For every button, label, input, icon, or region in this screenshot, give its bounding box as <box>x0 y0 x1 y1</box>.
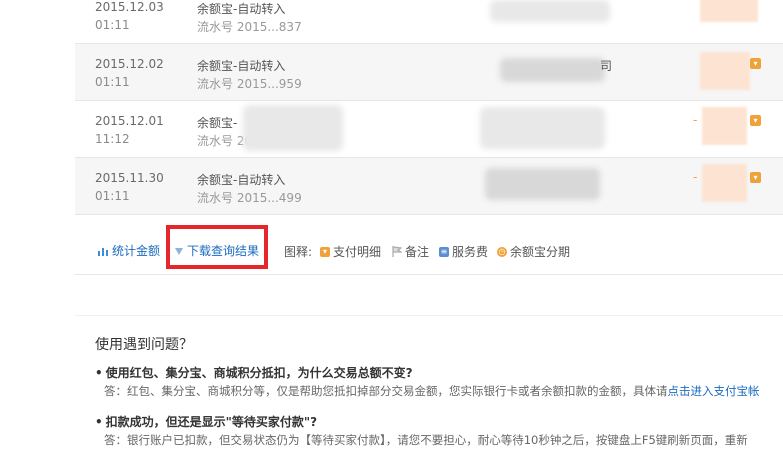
faq-question-text: 扣款成功，但还是显示"等待买家付款"? <box>105 415 318 429</box>
redacted-region <box>500 58 605 82</box>
legend-item-yuebao-installment: ◷ 余额宝分期 <box>497 243 570 260</box>
table-row: 2015.12.02 01:11 余额宝-自动转入 流水号 2015...959… <box>75 44 783 100</box>
bar-chart-icon <box>98 247 108 256</box>
toolbar-divider <box>75 274 783 275</box>
payment-detail-icon: ▾ <box>320 246 330 257</box>
redacted-region <box>243 105 343 151</box>
legend-item-payment-detail: ▾ 支付明细 <box>320 243 381 260</box>
amount-dash: - <box>693 170 698 184</box>
faq-title: 使用遇到问题？ <box>95 337 193 353</box>
legend-label: 支付明细 <box>333 245 382 259</box>
faq-answer-text: 答：银行账户已扣款，但交易状态仍为【等待买家付款】，请您不要担心，耐心等待10秒… <box>104 433 748 447</box>
legend-title: 图释: <box>284 245 313 259</box>
row-time: 11:12 <box>95 132 130 146</box>
faq-answer: 答：红包、集分宝、商城积分等，仅是帮助您抵扣掉部分交易金额，您实际银行卡或者余额… <box>104 383 760 399</box>
redacted-region <box>490 0 610 22</box>
legend-item-service-fee: ≡ 服务费 <box>439 243 488 260</box>
row-name: 余额宝-自动转入 <box>197 2 286 16</box>
row-serial: 流水号 2015...837 <box>197 20 302 34</box>
clock-icon: ◷ <box>497 246 507 257</box>
faq-answer-text: 答：红包、集分宝、商城积分等，仅是帮助您抵扣掉部分交易金额，您实际银行卡或者余额… <box>104 384 668 398</box>
row-name: 余额宝-自动转入 <box>197 59 286 73</box>
table-row: 2015.12.01 11:12 余额宝- 流水号 2015...736 - ▾ <box>75 101 783 157</box>
faq-question: • 使用红包、集分宝、商城积分抵扣，为什么交易总额不变? <box>95 364 413 381</box>
table-row: 2015.11.30 01:11 余额宝-自动转入 流水号 2015...499… <box>75 158 783 214</box>
row-time: 01:11 <box>95 18 130 32</box>
row-serial: 流水号 2015...499 <box>197 191 302 205</box>
faq-question: • 扣款成功，但还是显示"等待买家付款"? <box>95 413 317 430</box>
chevron-down-icon[interactable]: ▾ <box>750 58 761 69</box>
redacted-region <box>702 107 747 145</box>
table-row: 2015.12.03 01:11 余额宝-自动转入 流水号 2015...837 <box>75 0 783 44</box>
faq-question-text: 使用红包、集分宝、商城积分抵扣，为什么交易总额不变? <box>105 366 413 380</box>
redacted-region <box>480 107 605 149</box>
bullet: • <box>95 366 103 380</box>
legend-label: 余额宝分期 <box>510 245 571 259</box>
service-fee-icon: ≡ <box>439 246 449 257</box>
row-serial: 流水号 2015...959 <box>197 77 302 91</box>
row-date: 2015.12.03 <box>95 0 164 14</box>
chevron-down-icon[interactable]: ▾ <box>750 172 761 183</box>
row-date: 2015.12.02 <box>95 57 164 71</box>
redacted-region <box>702 164 747 202</box>
redacted-region <box>700 0 758 22</box>
download-results-label: 下载查询结果 <box>187 244 260 258</box>
bullet: • <box>95 415 103 429</box>
stats-amount-button[interactable]: 统计金额 <box>98 242 160 259</box>
row-divider <box>75 214 783 215</box>
row-party-suffix: 司 <box>600 59 613 73</box>
amount-dash: - <box>693 113 698 127</box>
account-link[interactable]: 点击进入支付宝帐 <box>668 384 760 398</box>
flag-icon <box>392 246 402 257</box>
chevron-down-icon[interactable]: ▾ <box>750 115 761 126</box>
row-date: 2015.11.30 <box>95 171 164 185</box>
redacted-region <box>700 52 750 90</box>
section-divider <box>75 315 783 316</box>
legend-label: 备注 <box>405 245 430 259</box>
faq-answer: 答：银行账户已扣款，但交易状态仍为【等待买家付款】，请您不要担心，耐心等待10秒… <box>104 432 748 448</box>
row-name: 余额宝- <box>197 116 238 130</box>
row-time: 01:11 <box>95 75 130 89</box>
redacted-region <box>485 168 600 200</box>
row-name: 余额宝-自动转入 <box>197 173 286 187</box>
download-results-button[interactable]: 下载查询结果 <box>174 242 259 259</box>
legend-label: 服务费 <box>452 245 489 259</box>
download-arrow-icon <box>175 247 183 255</box>
row-date: 2015.12.01 <box>95 114 164 128</box>
stats-amount-label: 统计金额 <box>112 244 161 258</box>
legend-item-note: 备注 <box>392 243 429 260</box>
row-time: 01:11 <box>95 189 130 203</box>
